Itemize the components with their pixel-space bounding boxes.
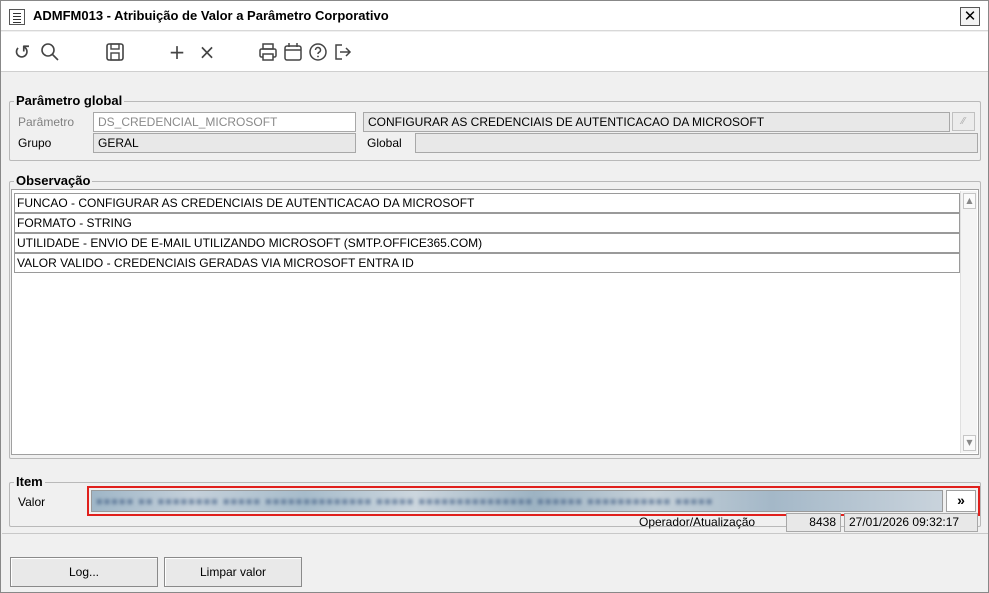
operador-field: 8438 (786, 513, 841, 532)
observacao-line[interactable]: FUNCAO - CONFIGURAR AS CREDENCIAIS DE AU… (14, 193, 960, 213)
observacao-line[interactable]: FORMATO - STRING (14, 213, 960, 233)
calendar-icon[interactable] (280, 40, 306, 66)
valor-field[interactable]: ■■■■■ ■■ ■■■■■■■■ ■■■■■ ■■■■■■■■■■■■■■ ■… (91, 490, 943, 512)
observacao-scrollbar[interactable]: ▲ ▼ (960, 191, 977, 453)
toolbar: ↺ + × (1, 32, 988, 72)
close-button[interactable]: ✕ (960, 7, 980, 26)
log-button[interactable]: Log... (10, 557, 158, 587)
global-label: Global (367, 136, 402, 150)
scroll-down-icon[interactable]: ▼ (963, 435, 976, 451)
delete-icon[interactable]: × (194, 40, 220, 66)
descricao-field: CONFIGURAR AS CREDENCIAIS DE AUTENTICACA… (363, 112, 950, 132)
title-bar: ADMFM013 - Atribuição de Valor a Parâmet… (1, 1, 988, 31)
grupo-label: Grupo (18, 136, 52, 150)
valor-redacted: ■■■■■ ■■ ■■■■■■■■ ■■■■■ ■■■■■■■■■■■■■■ ■… (96, 496, 714, 506)
item-legend: Item (14, 474, 45, 489)
global-field (415, 133, 978, 153)
atualizacao-field: 27/01/2026 09:32:17 (844, 513, 978, 532)
observacao-line[interactable]: VALOR VALIDO - CREDENCIAIS GERADAS VIA M… (14, 253, 960, 273)
operador-label: Operador/Atualização (639, 515, 756, 529)
form-icon (9, 9, 25, 25)
window: ADMFM013 - Atribuição de Valor a Parâmet… (0, 0, 989, 593)
parametro-label: Parâmetro (18, 115, 75, 129)
observacao-legend: Observação (14, 173, 93, 188)
scroll-up-icon[interactable]: ▲ (963, 193, 976, 209)
print-icon[interactable] (255, 40, 281, 66)
refresh-icon[interactable]: ↺ (9, 40, 35, 66)
expand-valor-button[interactable]: » (946, 490, 976, 512)
window-title: ADMFM013 - Atribuição de Valor a Parâmet… (33, 8, 389, 23)
observacao-list[interactable]: FUNCAO - CONFIGURAR AS CREDENCIAIS DE AU… (11, 189, 979, 455)
lookup-button[interactable]: ⁄⁄ (952, 112, 975, 131)
observacao-line[interactable]: UTILIDADE - ENVIO DE E-MAIL UTILIZANDO M… (14, 233, 960, 253)
exit-icon[interactable] (330, 40, 356, 66)
search-icon[interactable] (37, 40, 63, 66)
help-icon[interactable] (305, 40, 331, 66)
limpar-valor-button[interactable]: Limpar valor (164, 557, 302, 587)
add-icon[interactable]: + (164, 40, 190, 66)
valor-label: Valor (18, 495, 46, 509)
grupo-field: GERAL (93, 133, 356, 153)
parametro-global-legend: Parâmetro global (14, 93, 125, 108)
parametro-field[interactable]: DS_CREDENCIAL_MICROSOFT (93, 112, 356, 132)
save-icon[interactable] (102, 40, 128, 66)
divider (2, 533, 988, 534)
